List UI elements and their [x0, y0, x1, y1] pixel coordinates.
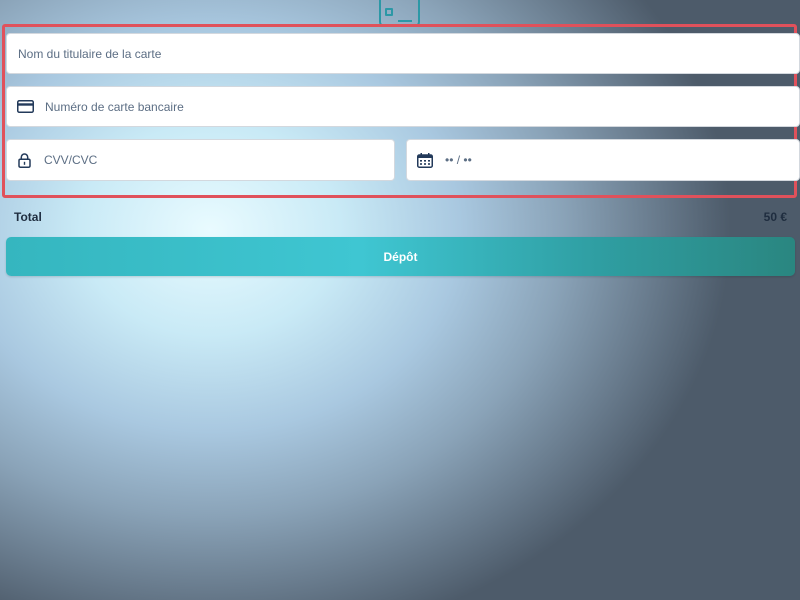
- credit-card-icon: [379, 0, 420, 27]
- total-label: Total: [14, 210, 42, 224]
- cvv-field[interactable]: CVV/CVC: [6, 139, 395, 181]
- lock-icon: [18, 152, 31, 168]
- card-stripe: [398, 20, 412, 22]
- calendar-icon: [417, 152, 433, 168]
- credit-card-icon: [17, 100, 34, 113]
- deposit-button[interactable]: Dépôt: [6, 237, 795, 276]
- cardholder-name-field[interactable]: Nom du titulaire de la carte: [6, 33, 800, 74]
- card-number-field[interactable]: Numéro de carte bancaire: [6, 86, 800, 127]
- cardholder-name-placeholder: Nom du titulaire de la carte: [18, 46, 162, 61]
- total-row: Total 50 €: [14, 210, 787, 226]
- card-number-placeholder: Numéro de carte bancaire: [45, 99, 184, 114]
- card-chip: [385, 8, 393, 16]
- total-amount: 50 €: [763, 210, 787, 224]
- cvv-placeholder: CVV/CVC: [44, 153, 98, 167]
- expiry-date-field[interactable]: •• / ••: [406, 139, 800, 181]
- expiry-date-placeholder: •• / ••: [445, 153, 472, 167]
